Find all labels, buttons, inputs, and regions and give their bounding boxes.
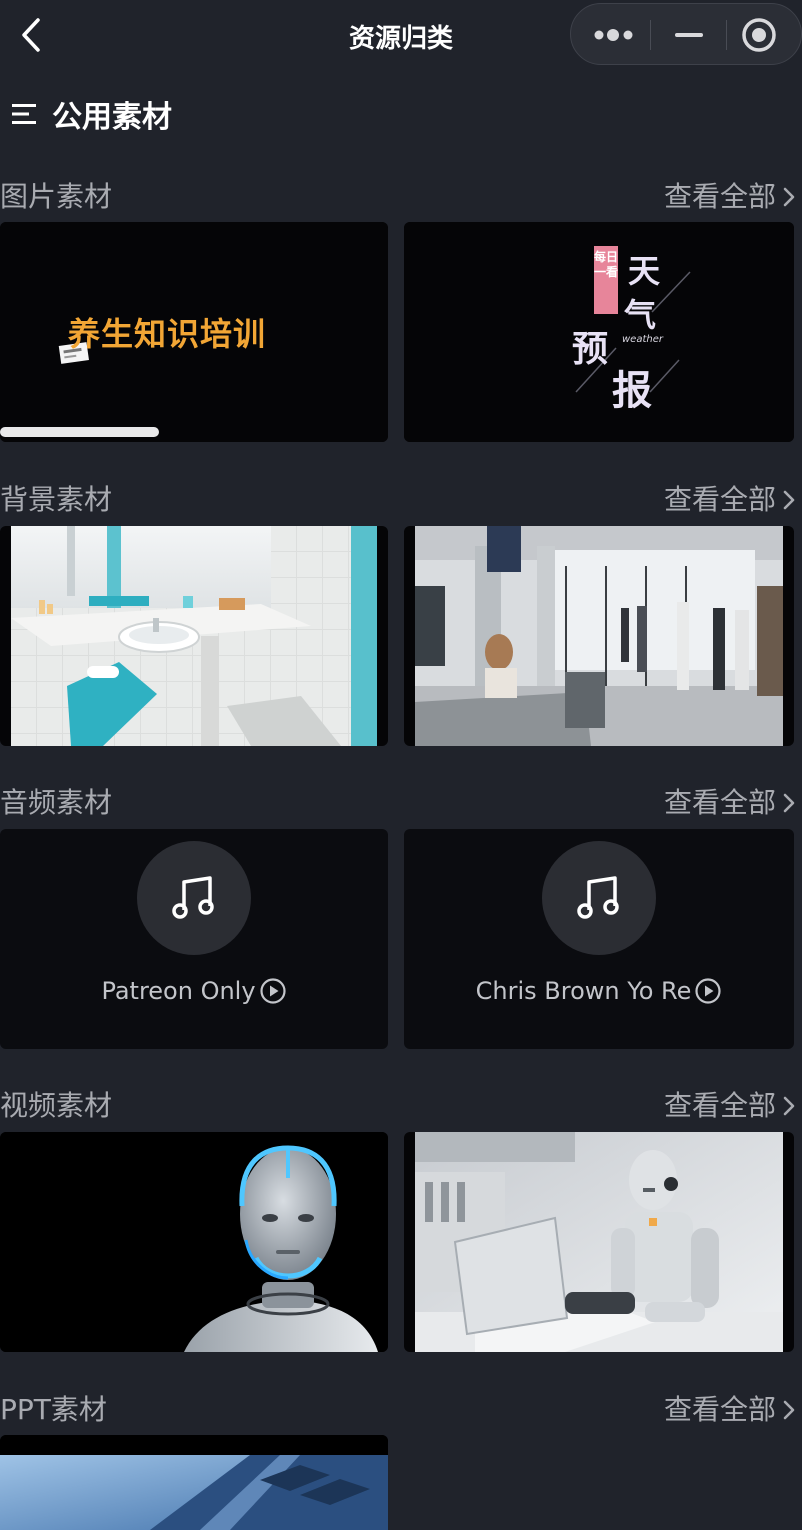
weather-char-bao: 报 [612,368,652,414]
image-card-weather-forecast[interactable]: 每日一看 天 气 预 weather 报 [404,222,794,442]
header-title: 公用素材 [52,100,172,135]
view-all-label: 查看全部 [663,1089,776,1122]
background-card-bathroom[interactable] [0,526,388,746]
view-all-images-link[interactable]: 查看全部 [664,179,796,215]
audio-name: Chris Brown Yo Re [404,977,794,1005]
view-all-label: 查看全部 [663,1393,776,1426]
minimize-icon [675,33,703,37]
video-card-ai-head[interactable] [0,1132,388,1352]
section-title-audio: 音频素材 [0,786,113,819]
menu-icon[interactable] [10,101,38,127]
image-card-health-training[interactable]: 养生知识培训 [0,222,388,442]
health-training-text: 养生知识培训 [68,315,267,353]
weather-english: weather [622,334,663,345]
robot-laptop-photo [415,1132,783,1352]
more-options-button[interactable] [571,4,647,64]
chevron-right-icon [783,1400,795,1420]
audio-card[interactable]: Chris Brown Yo Re [404,829,794,1049]
target-circle-icon [742,18,776,52]
chevron-right-icon [783,490,795,510]
play-circle-icon[interactable] [259,977,287,1005]
business-ppt-thumbnail [0,1435,388,1530]
chevron-right-icon [783,793,795,813]
audio-name: Patreon Only [0,977,388,1005]
weather-char-tian: 天 [628,252,661,290]
audio-card[interactable]: Patreon Only [0,829,388,1049]
category-header: 公用素材 [10,92,172,136]
view-all-label: 查看全部 [663,786,776,819]
nav-bar: 资源归类 [0,0,802,70]
view-all-backgrounds-link[interactable]: 查看全部 [664,482,796,518]
close-miniprogram-button[interactable] [727,4,802,64]
music-note-icon [577,876,619,919]
section-title-ppt: PPT素材 [0,1393,107,1426]
section-title-video: 视频素材 [0,1089,113,1122]
chevron-right-icon [783,1096,795,1116]
view-all-audio-link[interactable]: 查看全部 [664,785,796,821]
office-lobby-photo [415,526,783,746]
minimize-button[interactable] [651,4,727,64]
video-card-robot-laptop[interactable] [404,1132,794,1352]
ai-head-thumbnail [0,1132,388,1352]
ppt-card-business[interactable] [0,1435,388,1530]
weather-char-yu: 预 [572,329,609,370]
chevron-left-icon [22,18,40,52]
back-button[interactable] [14,14,50,56]
miniprogram-capsule [570,3,802,65]
view-all-ppt-link[interactable]: 查看全部 [664,1392,796,1428]
bathroom-photo [11,526,377,746]
background-card-office-lobby[interactable] [404,526,794,746]
weather-char-qi: 气 [624,296,657,334]
chevron-right-icon [783,187,795,207]
more-dots-icon [594,29,633,41]
audio-cover [137,841,251,955]
audio-title: Chris Brown Yo Re [475,977,692,1005]
section-title-images: 图片素材 [0,180,113,213]
weather-tag: 每日一看 [594,250,619,279]
play-circle-icon[interactable] [694,977,722,1005]
audio-cover [542,841,656,955]
view-all-label: 查看全部 [663,483,776,516]
view-all-video-link[interactable]: 查看全部 [664,1088,796,1124]
section-title-backgrounds: 背景素材 [0,483,113,516]
view-all-label: 查看全部 [663,180,776,213]
audio-title: Patreon Only [101,977,256,1005]
music-note-icon [172,876,214,919]
